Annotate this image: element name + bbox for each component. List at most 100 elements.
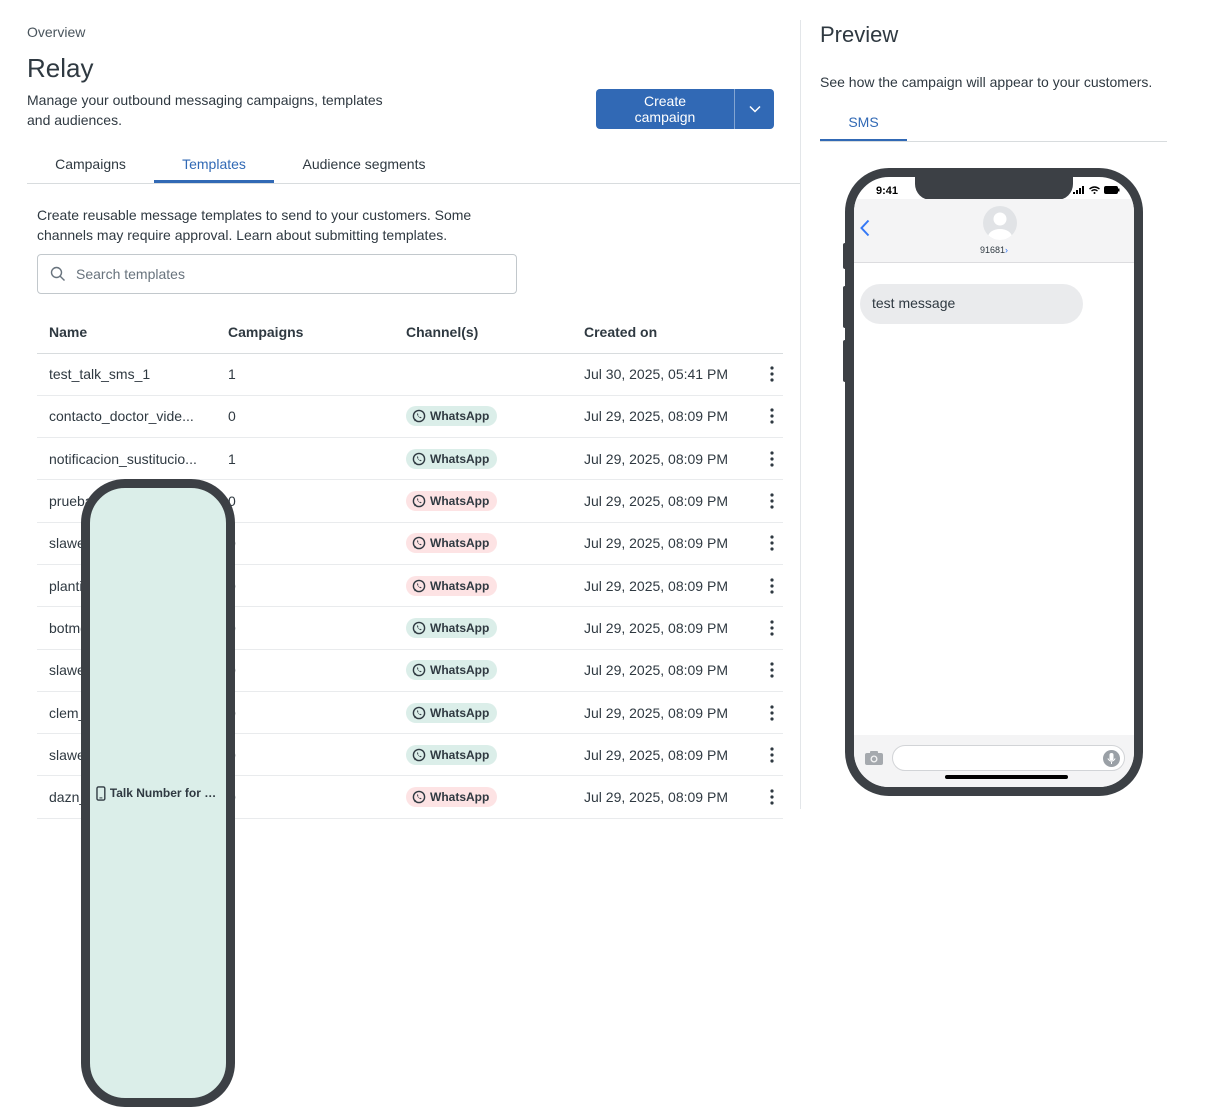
channel-chip: WhatsApp bbox=[406, 617, 498, 638]
row-actions-button[interactable] bbox=[760, 408, 783, 425]
row-actions-button[interactable] bbox=[760, 789, 783, 805]
message-header: 91681› bbox=[854, 199, 1134, 263]
row-actions-cell bbox=[748, 733, 783, 777]
row-actions-button[interactable] bbox=[760, 662, 783, 678]
more-vertical-icon bbox=[769, 789, 774, 805]
column-header-name[interactable]: Name bbox=[37, 311, 216, 354]
channel-chip: WhatsApp bbox=[406, 744, 498, 765]
create-campaign-menu-button[interactable] bbox=[734, 89, 774, 129]
campaign-count: 0 bbox=[216, 395, 394, 439]
row-actions-cell bbox=[748, 479, 783, 523]
search-icon bbox=[50, 266, 65, 281]
channel-cell: WhatsApp bbox=[394, 395, 572, 439]
created-on: Jul 29, 2025, 08:09 PM bbox=[572, 564, 748, 608]
more-vertical-icon bbox=[769, 451, 774, 467]
search-input[interactable] bbox=[74, 265, 494, 283]
row-actions-button[interactable] bbox=[760, 578, 783, 594]
more-vertical-icon bbox=[769, 578, 774, 594]
whatsapp-icon bbox=[412, 537, 426, 550]
table-row[interactable]: contacto_doctor_vide... 0 WhatsApp Jul 29, … bbox=[37, 395, 783, 439]
channel-label: WhatsApp bbox=[430, 705, 490, 720]
campaign-count: 1 bbox=[216, 353, 394, 396]
whatsapp-icon bbox=[412, 790, 426, 804]
more-vertical-icon bbox=[769, 493, 774, 509]
page-title: Relay bbox=[27, 53, 94, 83]
campaign-count: 0 bbox=[216, 479, 394, 523]
campaign-count: 0 bbox=[216, 522, 394, 565]
row-actions-button[interactable] bbox=[760, 535, 783, 551]
channel-label: WhatsApp bbox=[430, 578, 490, 593]
template-name[interactable]: test_talk_sms_1 bbox=[37, 353, 216, 396]
whatsapp-icon bbox=[412, 410, 426, 423]
back-chevron-icon[interactable] bbox=[860, 219, 870, 237]
campaign-count: 0 bbox=[216, 606, 394, 650]
column-header-channels[interactable]: Channel(s) bbox=[394, 311, 572, 354]
camera-icon[interactable] bbox=[864, 750, 884, 766]
whatsapp-icon bbox=[412, 621, 426, 635]
row-actions-button[interactable] bbox=[760, 704, 783, 721]
campaign-count: 0 bbox=[216, 691, 394, 735]
preview-panel: Preview See how the campaign will appear… bbox=[801, 0, 1212, 809]
row-actions-cell bbox=[748, 522, 783, 565]
avatar bbox=[983, 206, 1017, 240]
template-name[interactable]: notificacion_sustitucio... bbox=[37, 437, 216, 481]
breadcrumb[interactable]: Overview bbox=[27, 24, 85, 40]
tab-templates[interactable]: Templates bbox=[154, 146, 274, 183]
row-actions-button[interactable] bbox=[760, 747, 783, 763]
tabs-divider bbox=[27, 183, 800, 184]
table-row[interactable]: notificacion_sustitucio... 1 WhatsApp Jul 2… bbox=[37, 437, 783, 481]
create-campaign-button-group: Create campaign bbox=[596, 89, 774, 129]
compose-bar bbox=[854, 735, 1134, 787]
column-header-created-on[interactable]: Created on bbox=[572, 311, 748, 354]
templates-description: Create reusable message templates to sen… bbox=[37, 207, 472, 243]
created-on: Jul 30, 2025, 05:41 PM bbox=[572, 353, 748, 396]
microphone-icon[interactable] bbox=[1103, 750, 1120, 767]
channel-cell: WhatsApp bbox=[394, 479, 572, 523]
channel-label: WhatsApp bbox=[430, 790, 490, 805]
wifi-icon bbox=[1089, 186, 1100, 194]
row-actions-cell bbox=[748, 437, 783, 481]
tab-audience-segments[interactable]: Audience segments bbox=[274, 146, 454, 183]
chevron-right-icon: › bbox=[1005, 245, 1009, 255]
created-on: Jul 29, 2025, 08:09 PM bbox=[572, 479, 748, 523]
table-header-row: Name Campaigns Channel(s) Created on bbox=[37, 311, 783, 354]
mic-glyph-icon bbox=[1107, 753, 1116, 764]
channel-label: WhatsApp bbox=[430, 536, 490, 551]
channel-label: WhatsApp bbox=[430, 494, 490, 509]
channel-cell: WhatsApp bbox=[394, 733, 572, 777]
channel-chip: WhatsApp bbox=[406, 575, 498, 596]
message-input[interactable] bbox=[892, 745, 1125, 771]
tab-campaigns[interactable]: Campaigns bbox=[27, 146, 154, 183]
whatsapp-icon bbox=[412, 579, 426, 592]
channel-label: WhatsApp bbox=[430, 663, 490, 678]
preview-title: Preview bbox=[820, 22, 899, 47]
row-actions-button[interactable] bbox=[760, 366, 783, 382]
column-header-campaigns[interactable]: Campaigns bbox=[216, 311, 394, 354]
preview-tabs-divider bbox=[820, 141, 1167, 142]
row-actions-button[interactable] bbox=[760, 451, 783, 467]
campaign-count: 0 bbox=[216, 649, 394, 692]
contact-number[interactable]: 91681› bbox=[854, 245, 1134, 255]
created-on: Jul 29, 2025, 08:09 PM bbox=[572, 691, 748, 735]
column-header-actions bbox=[748, 311, 783, 354]
row-actions-cell bbox=[748, 649, 783, 692]
person-icon bbox=[988, 212, 1012, 240]
channel-chip: WhatsApp bbox=[406, 406, 498, 427]
campaign-count: 0 bbox=[216, 733, 394, 777]
row-actions-cell bbox=[748, 353, 783, 396]
more-vertical-icon bbox=[769, 366, 774, 382]
channel-chip: WhatsApp bbox=[406, 660, 498, 681]
row-actions-button[interactable] bbox=[760, 493, 783, 509]
campaign-count: 0 bbox=[216, 775, 394, 819]
whatsapp-icon bbox=[412, 706, 426, 719]
template-name[interactable]: contacto_doctor_vide... bbox=[37, 395, 216, 439]
channel-cell: WhatsApp bbox=[394, 522, 572, 565]
status-icons bbox=[1073, 186, 1120, 194]
tab-sms[interactable]: SMS bbox=[820, 114, 907, 142]
row-actions-button[interactable] bbox=[760, 620, 783, 636]
create-campaign-button[interactable]: Create campaign bbox=[596, 89, 734, 129]
whatsapp-icon bbox=[412, 748, 426, 762]
channel-chip: WhatsApp bbox=[406, 702, 498, 723]
table-row[interactable]: test_talk_sms_1 1 Talk Number for T... Jul … bbox=[37, 353, 783, 1107]
row-actions-cell bbox=[748, 395, 783, 439]
